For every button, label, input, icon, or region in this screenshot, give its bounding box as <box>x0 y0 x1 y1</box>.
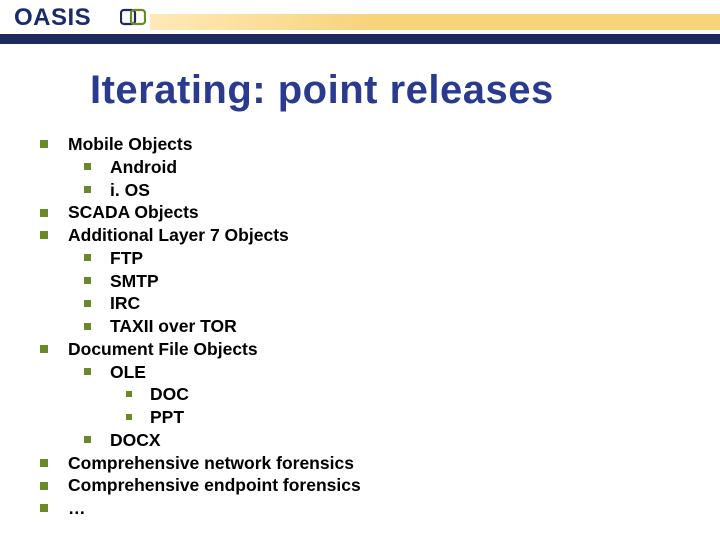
list-item: Additional Layer 7 Objects FTP SMTP IRC … <box>40 224 720 338</box>
item-text: FTP <box>110 248 143 268</box>
bullet-list: FTP SMTP IRC TAXII over TOR <box>68 247 720 338</box>
list-item: i. OS <box>84 179 720 202</box>
list-item: FTP <box>84 247 720 270</box>
item-text: TAXII over TOR <box>110 316 237 336</box>
list-item: Android <box>84 156 720 179</box>
item-text: Additional Layer 7 Objects <box>68 225 289 245</box>
slide-content: Mobile Objects Android i. OS SCADA Objec… <box>40 133 720 520</box>
bullet-list: Android i. OS <box>68 156 720 202</box>
item-text: Comprehensive network forensics <box>68 453 354 473</box>
header-bar: OASIS <box>0 0 720 40</box>
list-item: SMTP <box>84 270 720 293</box>
list-item: OLE DOC PPT <box>84 361 720 429</box>
item-text: IRC <box>110 293 140 313</box>
list-item: SCADA Objects <box>40 201 720 224</box>
list-item: Document File Objects OLE DOC PPT DOCX <box>40 338 720 452</box>
list-item: Comprehensive network forensics <box>40 452 720 475</box>
item-text: Document File Objects <box>68 339 258 359</box>
item-text: PPT <box>150 407 184 427</box>
list-item: IRC <box>84 292 720 315</box>
list-item: DOC <box>126 383 720 406</box>
navy-strip <box>0 34 720 44</box>
item-text: OLE <box>110 362 146 382</box>
item-text: SMTP <box>110 271 159 291</box>
item-text: SCADA Objects <box>68 202 199 222</box>
oasis-logo: OASIS <box>14 4 91 32</box>
item-text: DOCX <box>110 430 161 450</box>
item-text: i. OS <box>110 180 150 200</box>
item-text: Comprehensive endpoint forensics <box>68 475 361 495</box>
item-text: Android <box>110 157 177 177</box>
list-item: Mobile Objects Android i. OS <box>40 133 720 201</box>
item-text: DOC <box>150 384 189 404</box>
interlock-icon <box>120 8 146 26</box>
list-item: … <box>40 497 720 520</box>
bullet-list: OLE DOC PPT DOCX <box>68 361 720 452</box>
list-item: PPT <box>126 406 720 429</box>
logo-text: OASIS <box>14 4 91 31</box>
bullet-list: DOC PPT <box>110 383 720 429</box>
gold-strip <box>150 14 720 30</box>
item-text: Mobile Objects <box>68 134 192 154</box>
list-item: Comprehensive endpoint forensics <box>40 474 720 497</box>
item-text: … <box>68 498 86 518</box>
bullet-list: Mobile Objects Android i. OS SCADA Objec… <box>40 133 720 520</box>
list-item: TAXII over TOR <box>84 315 720 338</box>
list-item: DOCX <box>84 429 720 452</box>
slide-title: Iterating: point releases <box>90 68 720 113</box>
